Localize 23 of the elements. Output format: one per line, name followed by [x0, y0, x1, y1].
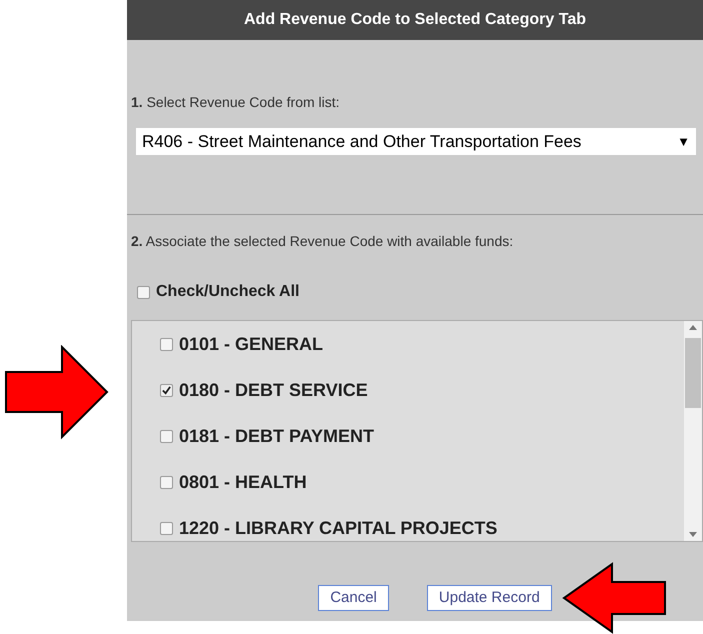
- fund-label: 0101 - GENERAL: [179, 333, 324, 356]
- fund-label: 0181 - DEBT PAYMENT: [179, 425, 374, 448]
- fund-label: 0180 - DEBT SERVICE: [179, 379, 368, 402]
- step-label: 2. Associate the selected Revenue Code with available funds:: [131, 232, 514, 251]
- revenue-code-select[interactable]: R406 - Street Maintenance and Other Transportation Fees ▼: [135, 127, 697, 156]
- fund-checkbox[interactable]: [160, 476, 173, 488]
- update-record-button[interactable]: Update Record: [426, 585, 552, 611]
- check-all-checkbox[interactable]: [137, 286, 150, 298]
- fund-checkbox[interactable]: [160, 384, 173, 396]
- scrollbar[interactable]: [684, 321, 702, 541]
- fund-label: 1220 - LIBRARY CAPITAL PROJECTS: [179, 517, 498, 540]
- scroll-down-icon[interactable]: [689, 532, 697, 537]
- dialog-title: Add Revenue Code to Selected Category Tab: [127, 0, 703, 40]
- fund-checkbox[interactable]: [160, 338, 173, 350]
- cancel-button[interactable]: Cancel: [318, 585, 389, 611]
- scroll-up-icon[interactable]: [689, 325, 697, 330]
- fund-label: 0801 - HEALTH: [179, 471, 307, 494]
- fund-checkbox[interactable]: [160, 522, 173, 534]
- check-icon: [162, 386, 171, 394]
- fund-checkbox[interactable]: [160, 430, 173, 442]
- step-label: 1. Select Revenue Code from list:: [131, 93, 341, 112]
- check-all-label: Check/Uncheck All: [156, 282, 300, 302]
- scrollbar-thumb[interactable]: [685, 338, 701, 408]
